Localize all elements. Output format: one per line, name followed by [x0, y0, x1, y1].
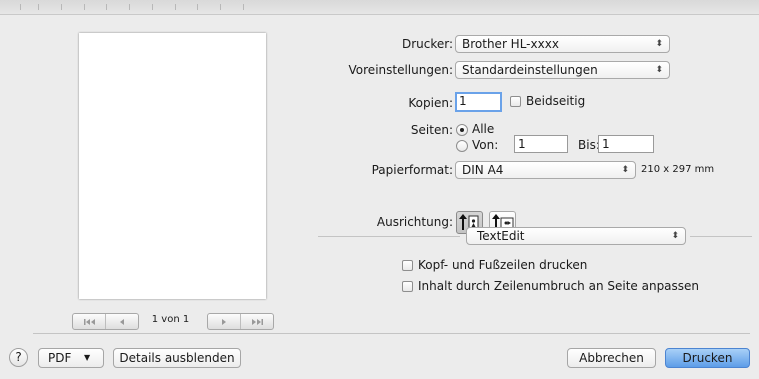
pages-from-input[interactable]: 1: [514, 135, 568, 153]
page-count: 1 von 1: [151, 314, 190, 325]
section-separator-left: [318, 236, 460, 237]
next-page-button[interactable]: [208, 314, 240, 329]
footer-separator: [33, 333, 750, 334]
hide-details-button[interactable]: Details ausblenden: [113, 348, 241, 368]
preview-back-nav: [72, 313, 139, 330]
pages-from-radio[interactable]: [456, 140, 468, 152]
first-page-icon: [83, 318, 95, 325]
pages-label: Seiten:: [410, 123, 453, 137]
cancel-button[interactable]: Abbrechen: [567, 348, 656, 368]
rewrap-checkbox[interactable]: [402, 281, 413, 292]
ruler-tick: [243, 4, 244, 10]
presets-value: Standardeinstellungen: [462, 63, 598, 77]
ruler-tick: [220, 4, 221, 10]
ruler-tick: [106, 4, 107, 10]
first-page-button[interactable]: [73, 314, 105, 329]
popup-arrows-icon: ⬍: [655, 39, 663, 49]
window-top-strip: [0, 0, 759, 15]
page-preview: [79, 33, 266, 299]
previous-page-icon: [120, 318, 124, 325]
popup-arrows-icon: ⬍: [621, 165, 629, 175]
last-page-button[interactable]: [240, 314, 273, 329]
ruler-tick: [197, 4, 198, 10]
copies-input[interactable]: 1: [455, 92, 502, 112]
ruler-tick: [175, 4, 176, 10]
printer-select[interactable]: Brother HL-xxxx ⬍: [455, 35, 670, 53]
pages-from-label: Von:: [472, 138, 499, 152]
orientation-label: Ausrichtung:: [376, 215, 453, 229]
next-page-icon: [222, 318, 226, 325]
ruler-tick: [38, 4, 39, 10]
header-footer-label: Kopf- und Fußzeilen drucken: [418, 258, 588, 272]
dropdown-triangle-icon: ▼: [84, 353, 91, 362]
print-button[interactable]: Drucken: [665, 348, 750, 368]
ruler-tick: [20, 4, 21, 10]
pdf-menu-button[interactable]: PDF ▼: [38, 348, 104, 368]
header-footer-checkbox[interactable]: [402, 260, 413, 271]
section-value: TextEdit: [477, 229, 525, 243]
paper-size-select[interactable]: DIN A4 ⬍: [455, 161, 636, 179]
preview-forward-nav: [207, 313, 274, 330]
ruler-tick: [84, 4, 85, 10]
ruler-tick: [61, 4, 62, 10]
help-icon: ?: [15, 350, 22, 364]
paper-size-label: Papierformat:: [371, 163, 453, 177]
ruler-tick: [129, 4, 130, 10]
pages-to-label: Bis:: [578, 138, 600, 152]
section-separator-right: [690, 236, 752, 237]
help-button[interactable]: ?: [9, 348, 28, 367]
copies-label: Kopien:: [408, 96, 453, 110]
section-select[interactable]: TextEdit ⬍: [466, 227, 686, 245]
last-page-icon: [251, 318, 263, 325]
popup-arrows-icon: ⬍: [655, 65, 663, 75]
ruler-tick: [152, 4, 153, 10]
presets-label: Voreinstellungen:: [348, 63, 453, 77]
printer-label: Drucker:: [401, 37, 453, 51]
pdf-label: PDF: [48, 351, 72, 365]
printer-value: Brother HL-xxxx: [462, 37, 559, 51]
previous-page-button[interactable]: [105, 314, 138, 329]
paper-dimensions: 210 x 297 mm: [641, 164, 715, 175]
popup-arrows-icon: ⬍: [671, 231, 679, 241]
duplex-label: Beidseitig: [526, 94, 586, 108]
pages-all-radio[interactable]: [456, 124, 468, 136]
paper-size-value: DIN A4: [462, 163, 504, 177]
duplex-checkbox[interactable]: [510, 96, 521, 107]
presets-select[interactable]: Standardeinstellungen ⬍: [455, 61, 670, 79]
pages-to-input[interactable]: 1: [598, 135, 654, 153]
rewrap-label: Inhalt durch Zeilenumbruch an Seite anpa…: [418, 279, 700, 293]
pages-all-label: Alle: [472, 122, 495, 136]
